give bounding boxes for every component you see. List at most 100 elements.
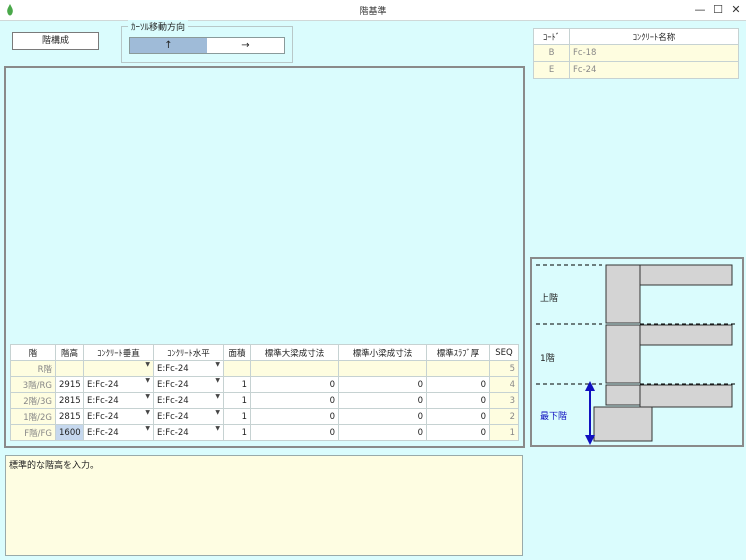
slab-cell[interactable] [426,360,490,377]
area-cell[interactable]: 1 [223,408,251,425]
slab-cell[interactable]: 0 [426,408,490,425]
concrete-name-cell: Fc-24 [569,61,739,79]
table-row[interactable]: F階/FG 1600 E:Fc-24 ▼ E:Fc-24 ▼ 1 0 0 0 1 [10,424,519,441]
floor-cell: R階 [10,360,56,377]
floor-cell: 3階/RG [10,376,56,393]
message-text: 標準的な階高を入力。 [9,461,100,471]
area-cell[interactable]: 1 [223,424,251,441]
table-row[interactable]: 1階/2G 2815 E:Fc-24 ▼ E:Fc-24 ▼ 1 0 0 0 2 [10,408,519,425]
direction-toggle: ↑ → [129,37,285,54]
list-item[interactable]: E Fc-24 [533,61,739,79]
header-code[interactable]: ｺｰﾄﾞ [533,28,570,45]
floor-cell: F階/FG [10,424,56,441]
conc-vertical-value: E:Fc-24 [87,411,119,422]
dropdown-arrow-icon[interactable]: ▼ [215,362,220,369]
seq-cell: 3 [489,392,519,409]
small-beam-cell[interactable]: 0 [338,392,427,409]
seq-cell: 1 [489,424,519,441]
header-floor[interactable]: 階 [10,344,56,361]
direction-up-button[interactable]: ↑ [130,38,207,53]
slab-cell[interactable]: 0 [426,424,490,441]
slab-cell[interactable]: 0 [426,392,490,409]
conc-vertical-cell[interactable]: E:Fc-24 ▼ [83,424,154,441]
small-beam-cell[interactable] [338,360,427,377]
mid-beam-block [639,324,733,346]
code-header-row: ｺｰﾄﾞ ｺﾝｸﾘｰﾄ名称 [533,28,739,45]
dropdown-arrow-icon[interactable]: ▼ [145,410,150,417]
header-slab[interactable]: 標準ｽﾗﾌﾞ厚 [426,344,490,361]
small-beam-cell[interactable]: 0 [338,408,427,425]
conc-vertical-cell[interactable]: ▼ [83,360,154,377]
cursor-direction-group: ｶｰｿﾙ移動方向 ↑ → [121,20,293,63]
height-cell[interactable] [55,360,84,377]
floor-cell: 1階/2G [10,408,56,425]
large-beam-cell[interactable]: 0 [250,424,339,441]
height-cell[interactable]: 2815 [55,408,84,425]
first-floor-label: 1階 [540,354,555,364]
code-cell: E [533,61,570,79]
upper-floor-label: 上階 [540,294,559,304]
conc-vertical-cell[interactable]: E:Fc-24 ▼ [83,392,154,409]
direction-right-button[interactable]: → [207,38,284,53]
conc-horizontal-value: E:Fc-24 [157,363,189,374]
conc-horizontal-cell[interactable]: E:Fc-24 ▼ [153,376,224,393]
conc-horizontal-cell[interactable]: E:Fc-24 ▼ [153,424,224,441]
dropdown-arrow-icon[interactable]: ▼ [215,426,220,433]
dropdown-arrow-icon[interactable]: ▼ [215,394,220,401]
small-beam-cell[interactable]: 0 [338,424,427,441]
large-beam-cell[interactable]: 0 [250,408,339,425]
header-conc-horizontal[interactable]: ｺﾝｸﾘｰﾄ水平 [153,344,224,361]
cursor-direction-title: ｶｰｿﾙ移動方向 [128,20,189,33]
floor-grid-panel: 階 階高 ｺﾝｸﾘｰﾄ垂直 ｺﾝｸﾘｰﾄ水平 面積 標準大梁成寸法 標準小梁成寸… [4,66,525,448]
large-beam-cell[interactable]: 0 [250,376,339,393]
table-row[interactable]: 3階/RG 2915 E:Fc-24 ▼ E:Fc-24 ▼ 1 0 0 0 4 [10,376,519,393]
height-cell[interactable]: 2815 [55,392,84,409]
maximize-button[interactable]: ☐ [710,2,726,18]
area-cell[interactable]: 1 [223,376,251,393]
header-height[interactable]: 階高 [55,344,84,361]
floor-config-button[interactable]: 階構成 [12,32,99,50]
concrete-name-cell: Fc-18 [569,44,739,62]
dropdown-arrow-icon[interactable]: ▼ [145,378,150,385]
dropdown-arrow-icon[interactable]: ▼ [145,426,150,433]
title-bar: 階基準 — ☐ ✕ [0,0,746,21]
floor-cell: 2階/3G [10,392,56,409]
lowest-floor-label: 最下階 [540,412,568,422]
footing-block [593,406,653,442]
large-beam-cell[interactable] [250,360,339,377]
large-beam-cell[interactable]: 0 [250,392,339,409]
area-cell[interactable] [223,360,251,377]
small-beam-cell[interactable]: 0 [338,376,427,393]
floor-diagram-panel: 上階 1階 最下階 [530,257,744,447]
conc-horizontal-cell[interactable]: E:Fc-24 ▼ [153,392,224,409]
lower-beam-block [639,384,733,408]
conc-vertical-value: E:Fc-24 [87,427,119,438]
upper-beam-block [639,264,733,286]
conc-horizontal-cell[interactable]: E:Fc-24 ▼ [153,360,224,377]
header-small-beam[interactable]: 標準小梁成寸法 [338,344,427,361]
structure-blocks [593,264,733,442]
conc-vertical-cell[interactable]: E:Fc-24 ▼ [83,376,154,393]
header-concrete-name[interactable]: ｺﾝｸﾘｰﾄ名称 [569,28,739,45]
height-cell-selected[interactable]: 1600 [55,424,84,441]
dropdown-arrow-icon[interactable]: ▼ [145,362,150,369]
header-large-beam[interactable]: 標準大梁成寸法 [250,344,339,361]
height-cell[interactable]: 2915 [55,376,84,393]
header-seq[interactable]: SEQ [489,344,519,361]
seq-cell: 4 [489,376,519,393]
dropdown-arrow-icon[interactable]: ▼ [215,378,220,385]
table-row[interactable]: R階 ▼ E:Fc-24 ▼ 5 [10,360,519,377]
header-area[interactable]: 面積 [223,344,251,361]
dropdown-arrow-icon[interactable]: ▼ [145,394,150,401]
header-conc-vertical[interactable]: ｺﾝｸﾘｰﾄ垂直 [83,344,154,361]
dropdown-arrow-icon[interactable]: ▼ [215,410,220,417]
area-cell[interactable]: 1 [223,392,251,409]
list-item[interactable]: B Fc-18 [533,44,739,62]
minimize-button[interactable]: — [692,2,708,18]
conc-horizontal-cell[interactable]: E:Fc-24 ▼ [153,408,224,425]
lower-column-block [605,384,641,406]
table-row[interactable]: 2階/3G 2815 E:Fc-24 ▼ E:Fc-24 ▼ 1 0 0 0 3 [10,392,519,409]
conc-vertical-cell[interactable]: E:Fc-24 ▼ [83,408,154,425]
close-button[interactable]: ✕ [728,2,744,18]
slab-cell[interactable]: 0 [426,376,490,393]
